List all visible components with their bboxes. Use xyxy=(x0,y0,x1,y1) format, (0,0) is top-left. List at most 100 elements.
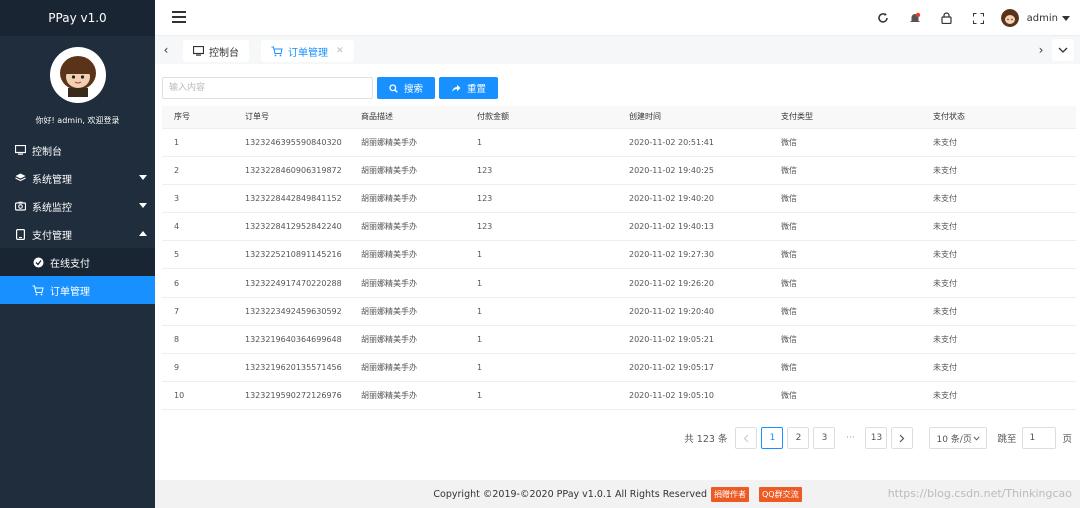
table-cell: 未支付 xyxy=(921,240,1076,270)
tabs-dropdown-button[interactable] xyxy=(1052,39,1074,61)
refresh-icon[interactable] xyxy=(867,0,899,36)
table-cell: 未支付 xyxy=(921,325,1076,355)
search-bar: 搜索 重置 xyxy=(162,77,499,99)
search-input[interactable] xyxy=(162,77,373,99)
table-cell: 123 xyxy=(465,156,617,185)
app-title: PPay v1.0 xyxy=(0,0,155,36)
table-cell: 未支付 xyxy=(921,184,1076,214)
pagination: 共 123 条 1 2 3 ··· 13 10 条/页 跳至 页 xyxy=(684,427,1080,449)
page-button-last[interactable]: 13 xyxy=(865,427,888,449)
page-ellipsis[interactable]: ··· xyxy=(839,427,861,449)
chevron-down-icon xyxy=(1062,15,1070,21)
table-cell: 10 xyxy=(162,381,233,411)
avatar[interactable] xyxy=(49,47,106,103)
table-cell: 1323224917470220288 xyxy=(233,268,349,298)
table-cell: 胡丽娜精美手办 xyxy=(349,240,465,270)
column-header: 商品描述 xyxy=(349,106,465,129)
table-cell: 微信 xyxy=(769,184,921,214)
table-cell: 胡丽娜精美手办 xyxy=(349,184,465,214)
tablet-icon xyxy=(14,228,26,240)
jump-label: 跳至 xyxy=(997,434,1017,445)
reset-button[interactable]: 重置 xyxy=(439,77,499,99)
tabs-scroll-left-icon[interactable]: ‹ xyxy=(155,36,177,64)
reset-button-label: 重置 xyxy=(467,84,487,95)
table-cell: 5 xyxy=(162,240,233,270)
tab-label: 订单管理 xyxy=(288,47,328,59)
table-cell: 2020-11-02 19:20:40 xyxy=(617,297,769,326)
table-row: 4 1323228412952842240 胡丽娜精美手办 123 2020-1… xyxy=(162,212,1076,242)
table-cell: 2020-11-02 19:05:21 xyxy=(617,325,769,355)
table-cell: 2020-11-02 19:05:10 xyxy=(617,381,769,411)
tab-label: 控制台 xyxy=(209,47,239,59)
table-cell: 2020-11-02 19:40:13 xyxy=(617,212,769,242)
table-cell: 微信 xyxy=(769,268,921,298)
search-button[interactable]: 搜索 xyxy=(377,77,436,99)
next-page-button[interactable] xyxy=(891,427,914,449)
sidebar: PPay v1.0 你好! admin, 欢迎登录 控制台 系统管理 系统监控 … xyxy=(0,0,155,508)
sidebar-item-system[interactable]: 系统管理 xyxy=(0,164,155,192)
table-cell: 1 xyxy=(465,353,617,383)
user-menu[interactable]: admin xyxy=(1000,9,1070,27)
user-avatar xyxy=(1000,9,1019,27)
table-cell: 1323228460906319872 xyxy=(233,156,349,185)
orders-table: 序号 订单号 商品描述 付款金额 创建时间 支付类型 支付状态 1 132324… xyxy=(162,106,1076,411)
sidebar-item-monitor[interactable]: 系统监控 xyxy=(0,192,155,220)
table-cell: 1323219640364699648 xyxy=(233,325,349,355)
table-cell: 未支付 xyxy=(921,268,1076,298)
table-cell: 未支付 xyxy=(921,156,1076,185)
sidebar-item-online-pay[interactable]: 在线支付 xyxy=(0,248,155,276)
sidebar-menu: 控制台 系统管理 系统监控 支付管理 在线支付 订单管理 xyxy=(0,136,155,304)
chevron-right-icon xyxy=(900,434,905,442)
chevron-left-icon xyxy=(744,434,749,442)
table-cell: 微信 xyxy=(769,353,921,383)
table-cell: 2020-11-02 19:05:17 xyxy=(617,353,769,383)
bell-icon[interactable] xyxy=(899,0,931,36)
qq-group-badge[interactable]: QQ群交流 xyxy=(758,486,802,502)
avatar-icon xyxy=(51,49,104,101)
tabs-scroll-right-icon[interactable]: › xyxy=(1030,36,1052,64)
donate-badge[interactable]: 捐赠作者 xyxy=(710,486,749,502)
chevron-down-icon xyxy=(139,175,147,180)
table-cell: 7 xyxy=(162,297,233,326)
greeting-text: 你好! admin, 欢迎登录 xyxy=(35,116,120,125)
tabs-bar: ‹ 控制台 订单管理 ✕ › xyxy=(155,36,1080,64)
table-cell: 微信 xyxy=(769,297,921,326)
tab-dashboard[interactable]: 控制台 xyxy=(183,40,249,62)
layers-icon xyxy=(14,172,26,184)
fullscreen-icon[interactable] xyxy=(963,0,995,36)
table-cell: 1323219620135571456 xyxy=(233,353,349,383)
table-cell: 1323228442849841152 xyxy=(233,184,349,214)
close-icon[interactable]: ✕ xyxy=(336,46,344,56)
monitor-icon xyxy=(193,46,204,56)
table-row: 2 1323228460906319872 胡丽娜精美手办 123 2020-1… xyxy=(162,156,1076,185)
menu-toggle-icon[interactable] xyxy=(172,11,186,23)
avatar-icon xyxy=(1000,9,1019,27)
page-size-select[interactable]: 10 条/页 xyxy=(929,427,988,449)
page-button-1[interactable]: 1 xyxy=(761,427,784,449)
prev-page-button[interactable] xyxy=(735,427,758,449)
column-header: 订单号 xyxy=(233,106,349,129)
table-cell: 2020-11-02 19:40:25 xyxy=(617,156,769,185)
table-cell: 未支付 xyxy=(921,212,1076,242)
sidebar-item-orders[interactable]: 订单管理 xyxy=(0,276,155,304)
chevron-down-icon xyxy=(139,203,147,208)
jump-page-input[interactable] xyxy=(1022,427,1057,449)
column-header: 付款金额 xyxy=(465,106,617,129)
sidebar-item-payment[interactable]: 支付管理 xyxy=(0,220,155,248)
table-row: 5 1323225210891145216 胡丽娜精美手办 1 2020-11-… xyxy=(162,240,1076,270)
lock-icon[interactable] xyxy=(931,0,963,36)
sidebar-item-dashboard[interactable]: 控制台 xyxy=(0,136,155,164)
table-cell: 8 xyxy=(162,325,233,355)
table-cell: 2020-11-02 19:27:30 xyxy=(617,240,769,270)
watermark: https://blog.csdn.net/Thinkingcao xyxy=(887,487,1072,500)
sidebar-item-label: 系统监控 xyxy=(32,202,72,214)
table-cell: 123 xyxy=(465,212,617,242)
page-button-2[interactable]: 2 xyxy=(787,427,810,449)
table-cell: 胡丽娜精美手办 xyxy=(349,297,465,326)
pagination-total: 共 123 条 xyxy=(684,434,728,445)
table-cell: 1323228412952842240 xyxy=(233,212,349,242)
page-button-3[interactable]: 3 xyxy=(813,427,836,449)
tab-orders[interactable]: 订单管理 ✕ xyxy=(261,40,354,62)
table-cell: 胡丽娜精美手办 xyxy=(349,212,465,242)
table-cell: 胡丽娜精美手办 xyxy=(349,156,465,185)
